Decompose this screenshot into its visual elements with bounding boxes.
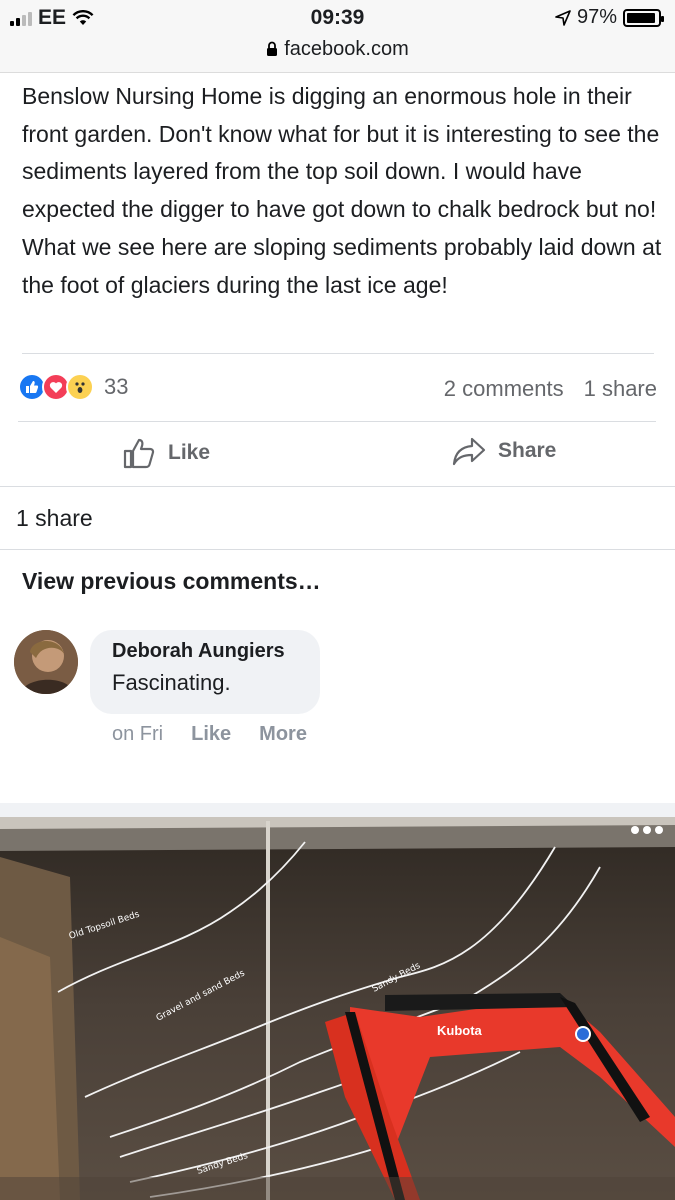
divider [0, 549, 675, 550]
status-right: 97% [555, 6, 664, 29]
post-photo[interactable]: Old Topsoil Beds Gravel and sand Beds Sa… [0, 817, 675, 1200]
like-button[interactable]: Like [122, 436, 210, 470]
like-button-label: Like [168, 441, 211, 464]
avatar[interactable] [14, 630, 78, 694]
section-separator [0, 803, 675, 817]
post-stats: 2 comments 1 share [444, 376, 657, 402]
comment-bubble: Deborah Aungiers Fascinating. [90, 630, 320, 714]
url-text: facebook.com [284, 38, 409, 60]
comment-time[interactable]: on Fri [112, 723, 163, 746]
wow-reaction-icon [66, 373, 94, 401]
comment-author[interactable]: Deborah Aungiers [112, 640, 298, 663]
battery-percent: 97% [576, 6, 617, 28]
divider [18, 421, 656, 422]
post-body: Benslow Nursing Home is digging an enorm… [22, 83, 662, 298]
share-button-label: Share [498, 439, 557, 462]
reaction-count: 33 [104, 374, 129, 399]
like-icon [123, 438, 155, 469]
divider [22, 353, 654, 354]
comment-text: Fascinating. [112, 670, 231, 695]
comments-count-link[interactable]: 2 comments [444, 376, 564, 402]
more-options-icon[interactable] [631, 826, 663, 834]
shares-count-link[interactable]: 1 share [584, 376, 657, 402]
comment-meta: on Fri Like More [112, 723, 307, 746]
lock-icon [267, 41, 278, 56]
view-previous-comments-link[interactable]: View previous comments… [22, 568, 321, 595]
share-icon [452, 437, 486, 466]
share-button[interactable]: Share [452, 436, 556, 466]
divider [0, 486, 675, 487]
status-bar: EE 09:39 97% facebook.com [0, 0, 675, 73]
share-summary[interactable]: 1 share [16, 505, 93, 532]
address-bar[interactable]: facebook.com [0, 38, 675, 61]
excavator-brand: Kubota [437, 1023, 483, 1038]
location-icon [555, 9, 571, 26]
comment-like-button[interactable]: Like [191, 723, 231, 746]
comment-more-button[interactable]: More [259, 723, 307, 746]
battery-icon [623, 8, 664, 27]
reactions-summary[interactable]: 33 [18, 373, 128, 401]
